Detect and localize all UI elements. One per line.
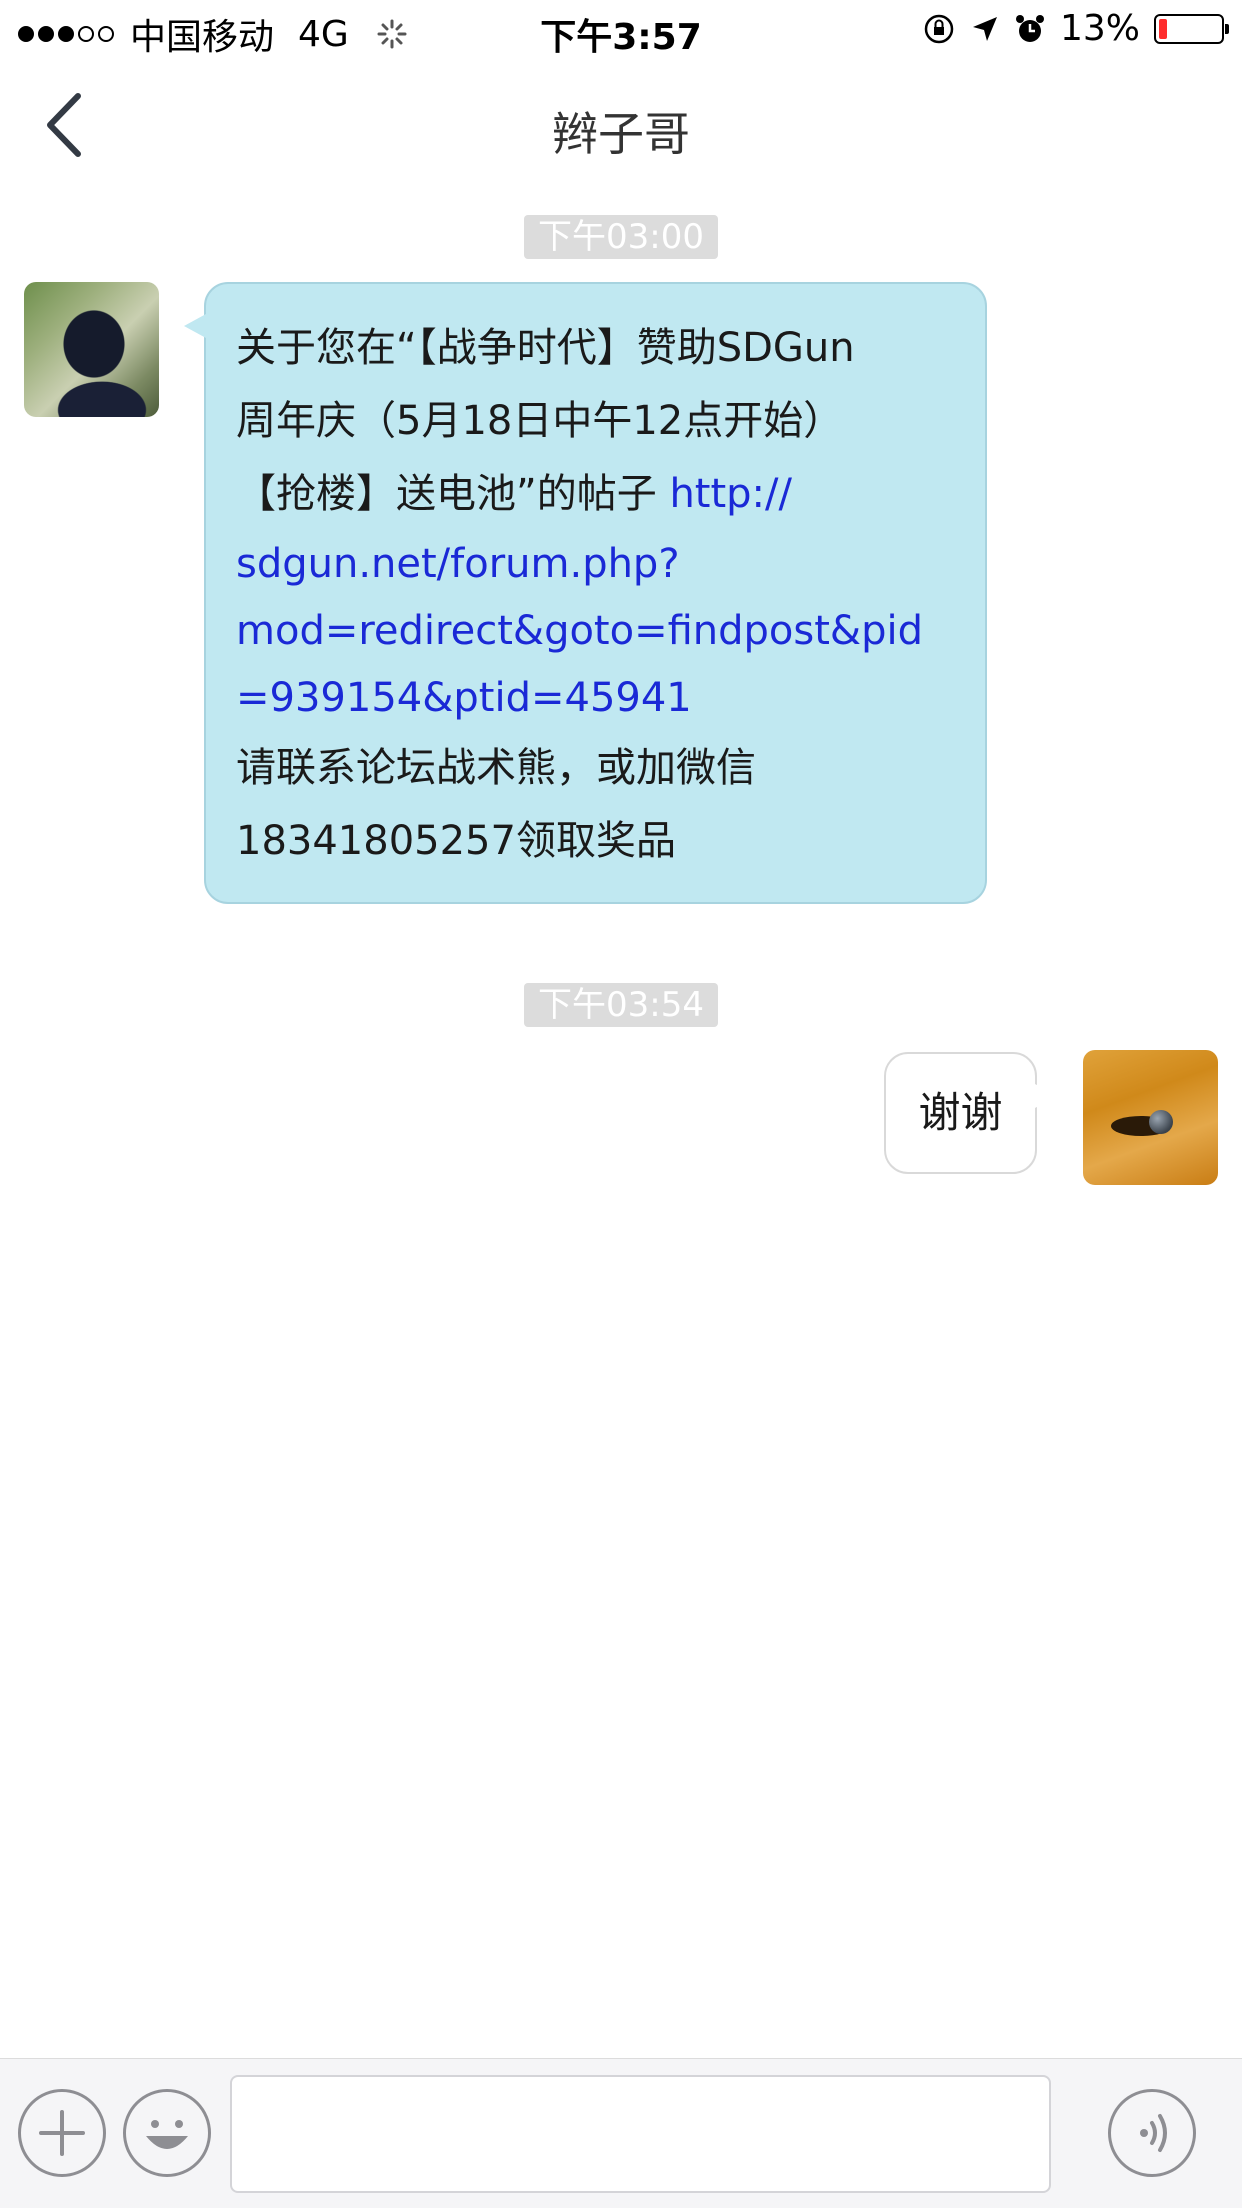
location-arrow-icon (972, 16, 997, 41)
timestamp-label: 下午03:00 (524, 215, 718, 259)
message-text-segment: 【抢楼】送电池”的帖子 (236, 471, 670, 517)
voice-icon (1140, 2114, 1167, 2152)
battery-icon (1154, 13, 1229, 44)
message-timestamp: 下午03:54 (0, 983, 1242, 1027)
timestamp-label: 下午03:54 (524, 983, 718, 1027)
status-right: 13% (922, 8, 1229, 49)
emoji-button[interactable] (123, 2089, 211, 2177)
message-link[interactable]: sdgun.net/forum.php? (236, 531, 961, 598)
contact-avatar[interactable] (24, 282, 159, 417)
input-bar (0, 2058, 1242, 2208)
my-avatar[interactable] (1083, 1050, 1218, 1185)
message-link[interactable]: =939154&ptid=45941 (236, 665, 961, 732)
smiley-icon (146, 2120, 188, 2149)
status-bar: 中国移动 4G 下午3:57 13% (0, 0, 1242, 60)
voice-button[interactable] (1108, 2089, 1196, 2177)
message-text: 谢谢 (918, 1088, 1003, 1137)
navigation-bar: 辫子哥 (0, 60, 1242, 190)
message-link[interactable]: mod=redirect&goto=findpost&pid (236, 598, 961, 665)
plus-icon (39, 2110, 85, 2156)
battery-percent: 13% (1059, 8, 1140, 49)
message-text-line: 周年庆（5月18日中午12点开始） (236, 398, 844, 444)
message-text-line: 【抢楼】送电池”的帖子 http:// (236, 458, 961, 531)
more-actions-button[interactable] (18, 2089, 106, 2177)
message-link[interactable]: http:// (669, 471, 792, 517)
incoming-message-bubble[interactable]: 关于您在“【战争时代】赞助SDGun 周年庆（5月18日中午12点开始） 【抢楼… (184, 282, 987, 904)
chat-title: 辫子哥 (552, 107, 690, 161)
outgoing-message-bubble[interactable]: 谢谢 (884, 1052, 1057, 1174)
battery-level (1159, 18, 1167, 39)
message-input[interactable] (230, 2075, 1051, 2193)
orientation-lock-icon (924, 14, 954, 43)
avatar-image-detail (1149, 1110, 1173, 1134)
message-timestamp: 下午03:00 (0, 215, 1242, 259)
message-text-line: 请联系论坛战术熊，或加微信 (236, 745, 756, 791)
message-text-line: 18341805257领取奖品 (236, 818, 676, 864)
chat-screen: 中国移动 4G 下午3:57 13% 辫子哥 下午03:00 关于您在“【战争时… (0, 0, 1242, 2208)
alarm-icon (1015, 14, 1044, 42)
message-text-line: 关于您在“【战争时代】赞助SDGun (236, 325, 855, 371)
